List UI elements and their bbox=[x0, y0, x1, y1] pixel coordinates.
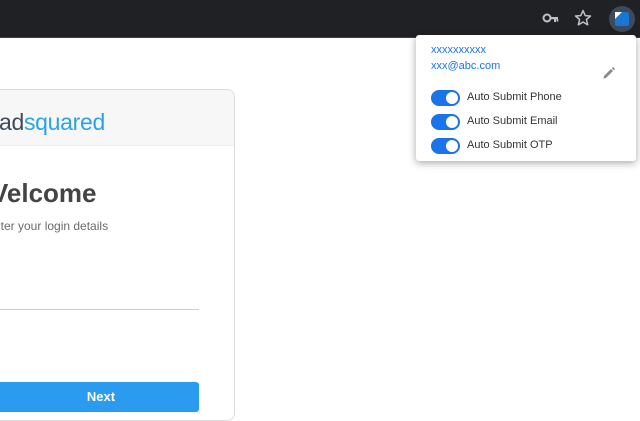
auto-submit-phone-toggle[interactable] bbox=[431, 90, 460, 106]
brand-logo: adsquared bbox=[0, 109, 105, 136]
login-card: adsquared Velcome nter your login detail… bbox=[0, 89, 235, 421]
auto-submit-otp-toggle[interactable] bbox=[431, 138, 460, 154]
star-icon[interactable] bbox=[574, 9, 592, 27]
next-button[interactable]: Next bbox=[0, 382, 199, 412]
auto-submit-otp-label: Auto Submit OTP bbox=[467, 139, 553, 151]
login-subtext: nter your login details bbox=[0, 219, 109, 233]
welcome-heading: Velcome bbox=[0, 178, 97, 208]
account-name: xxxxxxxxxx bbox=[431, 44, 486, 56]
logo-text-dark: ad bbox=[0, 109, 24, 135]
toggle-knob bbox=[446, 92, 458, 104]
extension-logo-icon bbox=[615, 12, 629, 26]
extension-popup: xxxxxxxxxx xxx@abc.com Auto Submit Phone… bbox=[416, 35, 636, 161]
auto-submit-phone-label: Auto Submit Phone bbox=[467, 91, 562, 103]
login-input-underline[interactable] bbox=[0, 309, 199, 310]
toggle-knob bbox=[446, 116, 458, 128]
browser-toolbar bbox=[0, 0, 640, 38]
auto-submit-email-label: Auto Submit Email bbox=[467, 115, 558, 127]
key-icon[interactable] bbox=[542, 9, 560, 27]
account-email: xxx@abc.com bbox=[431, 60, 501, 72]
card-header: adsquared bbox=[0, 90, 234, 146]
toggle-knob bbox=[446, 140, 458, 152]
logo-text-light: squared bbox=[23, 109, 106, 135]
pencil-icon[interactable] bbox=[601, 65, 617, 81]
auto-submit-email-toggle[interactable] bbox=[431, 114, 460, 130]
extension-icon[interactable] bbox=[609, 6, 635, 32]
